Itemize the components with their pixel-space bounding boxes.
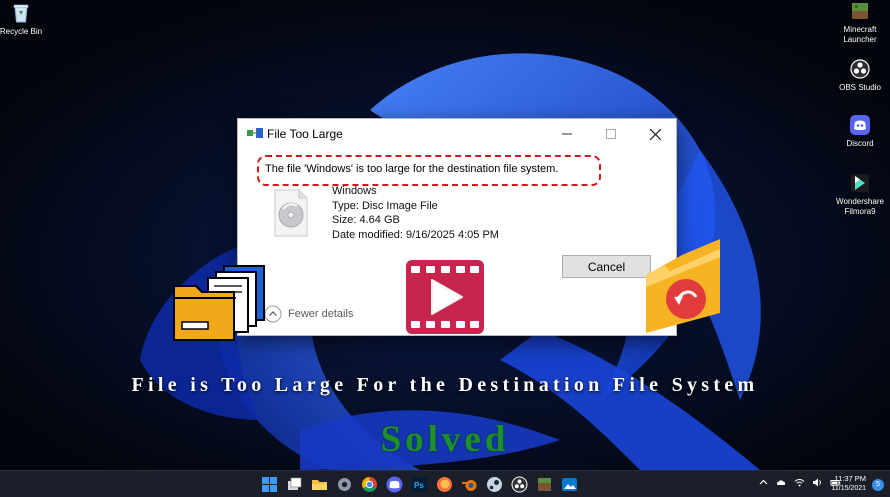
desktop-icon-label: Minecraft Launcher <box>843 25 877 44</box>
headline-text: File is Too Large For the Destination Fi… <box>131 374 759 396</box>
taskbar-steam[interactable] <box>485 475 504 494</box>
desktop-icon-obs[interactable]: OBS Studio <box>825 58 890 93</box>
notification-badge[interactable]: 5 <box>872 479 884 491</box>
chevron-up-icon[interactable] <box>758 477 769 488</box>
recycle-bin-icon <box>13 4 29 23</box>
desktop-icon-filmora[interactable]: Wondershare Filmora9 <box>825 172 890 217</box>
file-transfer-icon <box>247 128 263 138</box>
filmora-icon <box>851 174 869 192</box>
video-file-illustration <box>406 260 484 334</box>
taskbar-clock[interactable]: 11:37 PM 11/15/2021 <box>828 474 866 494</box>
dialog-titlebar[interactable]: File Too Large <box>238 119 676 149</box>
desktop-icon-minecraft[interactable]: Minecraft Launcher <box>825 0 890 45</box>
taskbar-minecraft[interactable] <box>535 475 554 494</box>
file-date-modified: Date modified: 9/16/2025 4:05 PM <box>332 228 499 241</box>
svg-text:Ps: Ps <box>414 481 424 490</box>
solved-text: Solved <box>380 419 510 460</box>
fewer-details-toggle[interactable]: Fewer details <box>264 305 353 323</box>
error-message: The file 'Windows' is too large for the … <box>257 155 601 186</box>
cloud-icon[interactable] <box>776 477 787 488</box>
taskbar-blender[interactable] <box>460 475 479 494</box>
file-size: Size: 4.64 GB <box>332 214 400 227</box>
minecraft-icon <box>538 478 551 491</box>
photos-icon <box>562 478 577 491</box>
discord-icon <box>850 115 870 135</box>
taskbar-discord[interactable] <box>385 475 404 494</box>
taskbar-start-button[interactable] <box>260 475 279 494</box>
restore-folder-illustration <box>646 239 720 333</box>
folder-documents-illustration <box>173 265 265 341</box>
dialog-title: File Too Large <box>267 127 343 141</box>
volume-icon[interactable] <box>812 477 823 488</box>
minecraft-icon <box>852 3 868 19</box>
disc-image-file-icon <box>274 189 308 237</box>
obs-icon <box>511 476 528 493</box>
cancel-button[interactable]: Cancel <box>562 255 651 278</box>
windows-start-icon <box>262 477 277 492</box>
taskbar-photoshop[interactable]: Ps <box>410 475 429 494</box>
minimize-icon <box>562 133 572 135</box>
fewer-details-label: Fewer details <box>288 308 354 320</box>
file-name: Windows <box>332 185 377 197</box>
obs-icon <box>850 59 870 79</box>
file-type: Type: Disc Image File <box>332 199 438 212</box>
desktop-icon-label: Wondershare Filmora9 <box>836 197 884 216</box>
photoshop-icon: Ps <box>412 477 427 492</box>
chevron-up-icon <box>264 305 282 323</box>
taskbar-firefox[interactable] <box>435 475 454 494</box>
desktop-icon-recycle-bin[interactable]: Recycle Bin <box>0 2 56 37</box>
close-button[interactable] <box>633 119 677 149</box>
discord-icon <box>386 476 403 493</box>
desktop-icon-label: OBS Studio <box>839 83 881 92</box>
taskbar: Ps 11:37 PM 11/15/2021 5 <box>0 470 890 497</box>
file-details: Windows Type: Disc Image File Size: 4.64… <box>332 184 499 242</box>
maximize-icon <box>606 129 616 139</box>
taskbar-file-explorer[interactable] <box>310 475 329 494</box>
taskbar-obs[interactable] <box>510 475 529 494</box>
taskbar-settings[interactable] <box>335 475 354 494</box>
desktop-icon-discord[interactable]: Discord <box>825 114 890 149</box>
taskbar-chrome[interactable] <box>360 475 379 494</box>
chrome-icon <box>362 477 377 492</box>
taskbar-apps: Ps <box>260 475 579 494</box>
wifi-icon[interactable] <box>794 477 805 488</box>
taskbar-task-view[interactable] <box>285 475 304 494</box>
taskbar-photos[interactable] <box>560 475 579 494</box>
steam-icon <box>487 477 502 492</box>
clock-time: 11:37 PM <box>834 474 866 483</box>
blender-icon <box>462 480 477 491</box>
maximize-button[interactable] <box>589 119 633 149</box>
settings-icon <box>338 478 351 491</box>
desktop-icon-label: Recycle Bin <box>0 27 43 36</box>
firefox-icon <box>437 477 452 492</box>
task-view-icon <box>288 477 302 490</box>
clock-date: 11/15/2021 <box>831 485 866 492</box>
minimize-button[interactable] <box>545 119 589 149</box>
close-icon <box>649 128 661 140</box>
desktop-icon-label: Discord <box>846 139 874 148</box>
file-explorer-icon <box>312 480 327 490</box>
